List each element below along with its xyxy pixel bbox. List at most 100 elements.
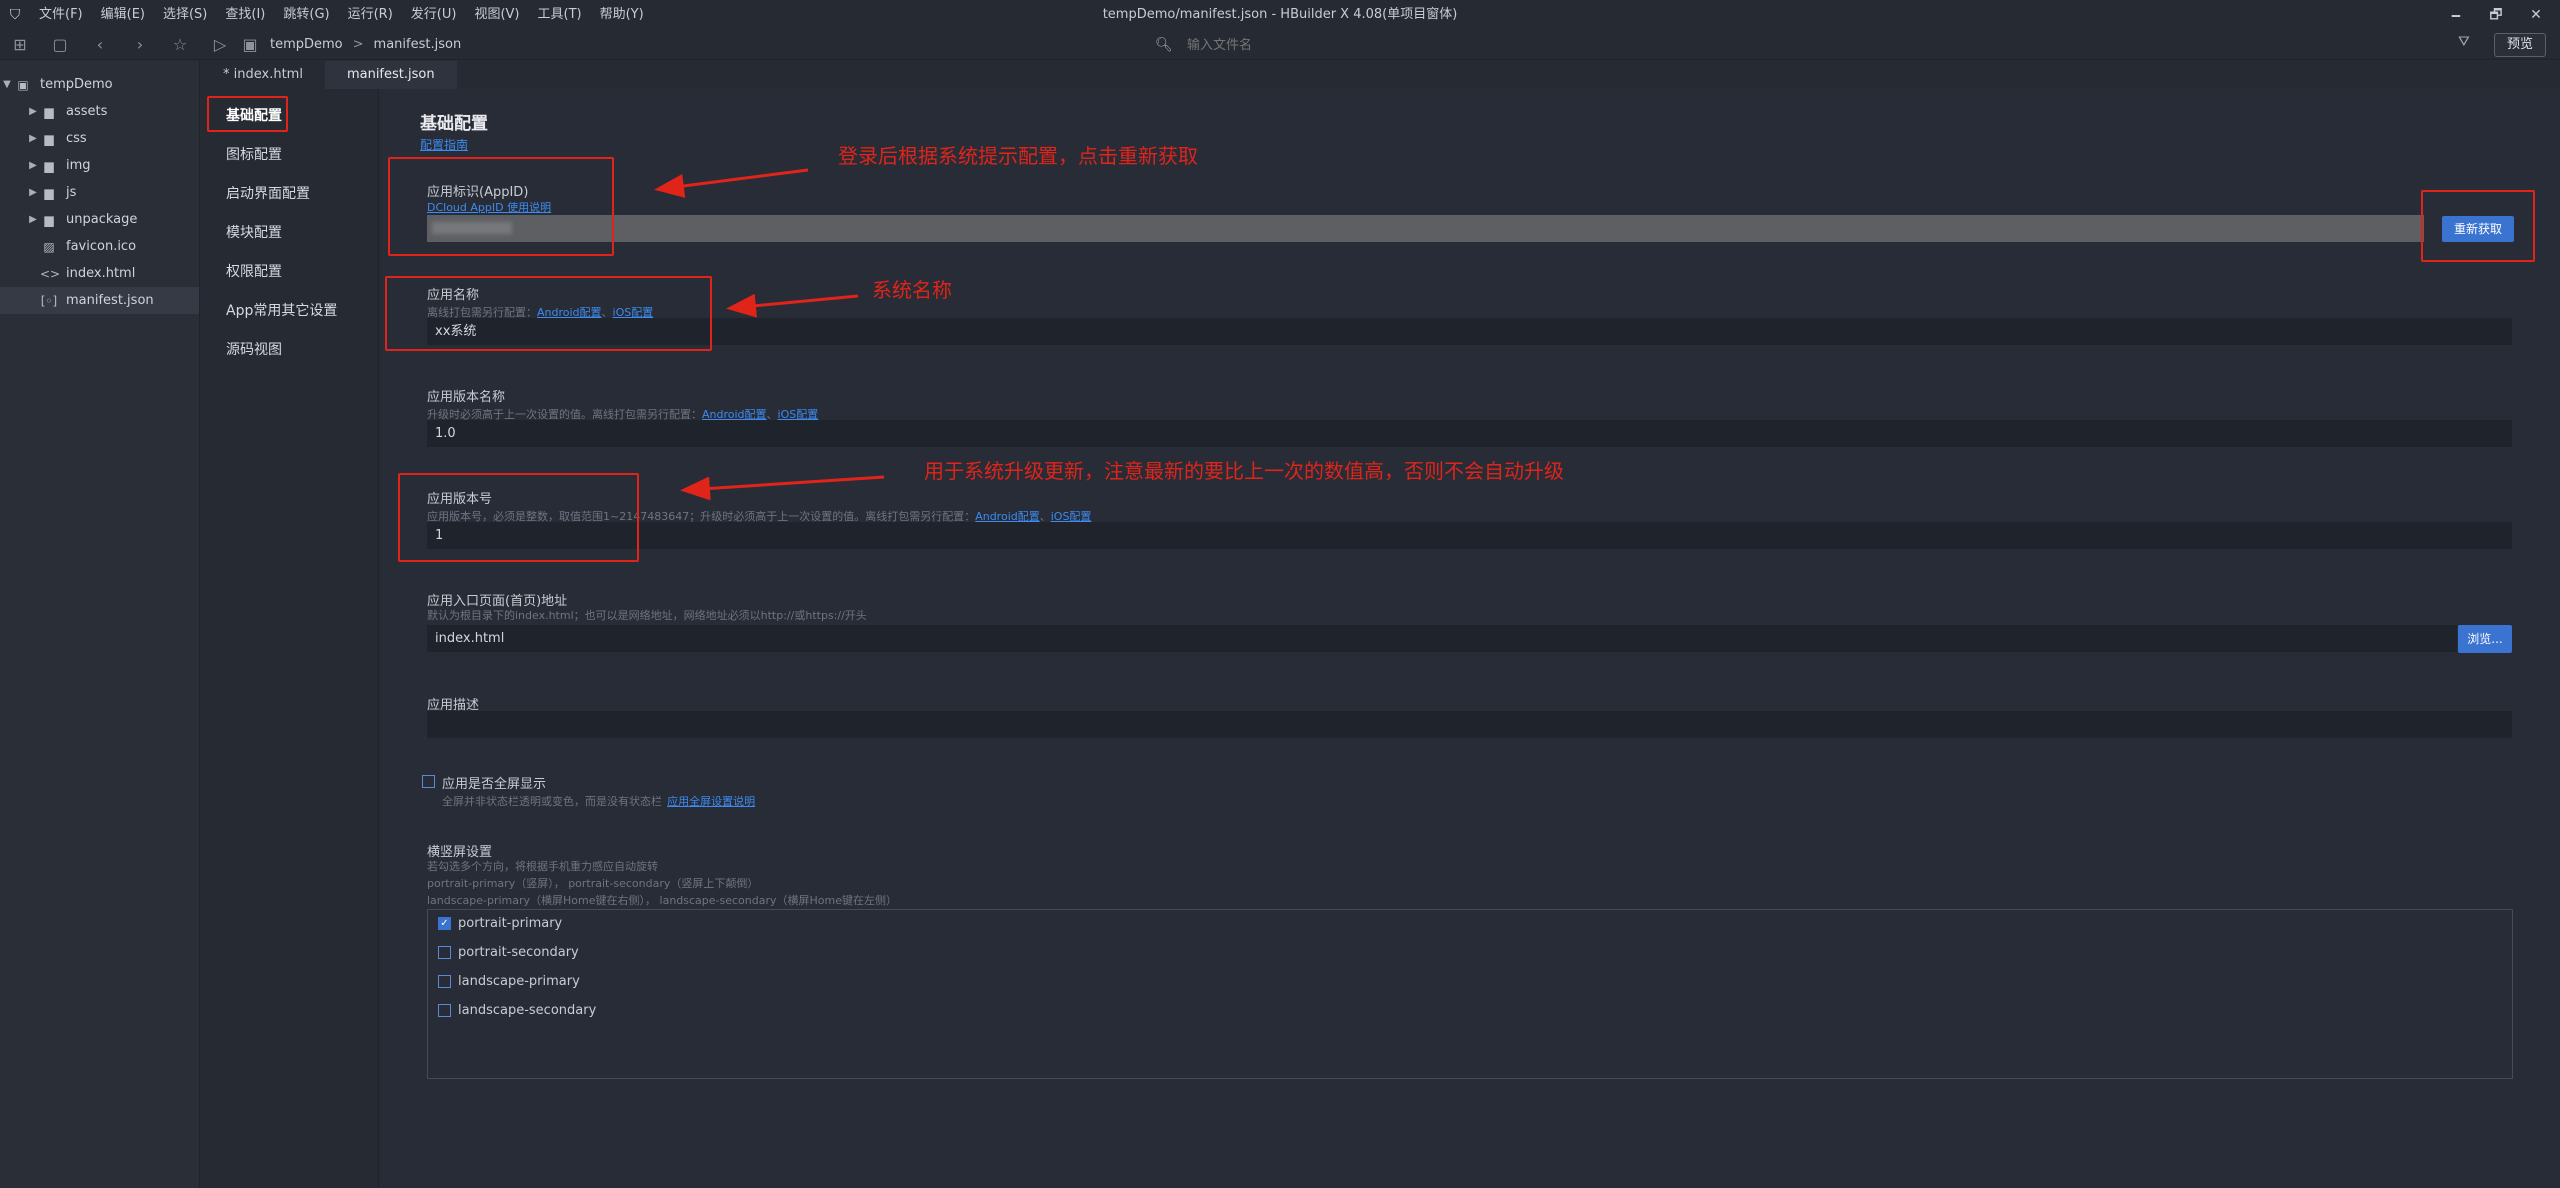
tree-item-label: img <box>66 158 91 173</box>
chevron-right-icon[interactable]: ▶ <box>26 187 40 198</box>
orientation-hint: portrait-primary（竖屏）， portrait-secondary… <box>427 877 759 890</box>
title-bar: ⛉ 文件(F) 编辑(E) 选择(S) 查找(I) 跳转(G) 运行(R) 发行… <box>0 0 2560 30</box>
fullscreen-hint-text: 全屏并非状态栏透明或变色，而是没有状态栏 <box>442 795 662 808</box>
config-guide-link[interactable]: 配置指南 <box>420 136 468 153</box>
menu-help[interactable]: 帮助(Y) <box>591 0 653 30</box>
code-file-icon: <> <box>40 266 61 281</box>
annotation-name-note: 系统名称 <box>872 278 952 302</box>
orientation-option-label: landscape-secondary <box>458 1003 597 1018</box>
annotation-version-note: 用于系统升级更新，注意最新的要比上一次的数值高，否则不会自动升级 <box>924 459 1564 483</box>
annotation-box-appid <box>388 157 614 256</box>
new-file-icon[interactable]: ⊞ <box>0 30 40 60</box>
manifest-settings-nav: 基础配置 图标配置 启动界面配置 模块配置 权限配置 App常用其它设置 源码视… <box>201 89 379 1188</box>
tab-index-html[interactable]: * index.html <box>201 61 325 89</box>
fullscreen-help-link[interactable]: 应用全屏设置说明 <box>667 795 755 808</box>
menu-publish[interactable]: 发行(U) <box>402 0 466 30</box>
forward-icon[interactable]: › <box>120 30 160 60</box>
menu-select[interactable]: 选择(S) <box>154 0 216 30</box>
nav-splash-config[interactable]: 启动界面配置 <box>201 175 378 214</box>
editor-tabs: * index.html manifest.json <box>201 61 2560 89</box>
orientation-checkbox-landscape-secondary[interactable] <box>438 1004 451 1017</box>
description-input[interactable] <box>427 711 2512 738</box>
orientation-checkbox-portrait-secondary[interactable] <box>438 946 451 959</box>
orientation-checkbox-landscape-primary[interactable] <box>438 975 451 988</box>
file-search-input[interactable] <box>1187 37 1587 53</box>
orientation-hint: landscape-primary（横屏Home键在右侧）， landscape… <box>427 894 897 907</box>
preview-button[interactable]: 预览 <box>2494 33 2546 57</box>
filter-icon[interactable]: ⛛ <box>2458 34 2470 50</box>
menu-edit[interactable]: 编辑(E) <box>92 0 154 30</box>
orientation-option-label: portrait-secondary <box>458 945 579 960</box>
chevron-down-icon[interactable]: ▼ <box>0 79 14 90</box>
version-name-input[interactable]: 1.0 <box>427 420 2512 447</box>
folder-icon: ▆ <box>44 212 54 227</box>
orientation-option-label: portrait-primary <box>458 916 563 931</box>
version-code-input[interactable]: 1 <box>427 522 2512 549</box>
tree-item-label: favicon.ico <box>66 239 137 254</box>
app-name-input[interactable]: xx系统 <box>427 318 2512 345</box>
tree-item-index-html[interactable]: <> index.html <box>0 260 199 287</box>
orientation-option-label: landscape-primary <box>458 974 580 989</box>
project-icon: ▣ <box>242 35 258 54</box>
tree-item-img[interactable]: ▶ ▆ img <box>0 152 199 179</box>
annotation-box-refetch <box>2421 190 2535 262</box>
close-icon[interactable]: ✕ <box>2516 0 2556 30</box>
run-icon[interactable]: ▷ <box>200 30 240 60</box>
breadcrumb-file[interactable]: manifest.json <box>374 37 462 52</box>
image-file-icon: ▨ <box>43 239 55 254</box>
entry-page-hint: 默认为根目录下的index.html；也可以是网络地址，网络地址必须以http:… <box>427 609 867 622</box>
chevron-right-icon[interactable]: ▶ <box>26 214 40 225</box>
nav-source-view[interactable]: 源码视图 <box>201 331 378 370</box>
nav-icon-config[interactable]: 图标配置 <box>201 136 378 175</box>
menu-view[interactable]: 视图(V) <box>465 0 528 30</box>
folder-icon: ▆ <box>44 104 54 119</box>
tree-item-label: manifest.json <box>66 293 154 308</box>
hbuilder-logo-icon: ⛉ <box>9 7 21 23</box>
tree-item-favicon[interactable]: ▨ favicon.ico <box>0 233 199 260</box>
file-search-icon: 🔍︎ <box>1155 37 1173 53</box>
back-icon[interactable]: ‹ <box>80 30 120 60</box>
save-icon[interactable]: ▢ <box>40 30 80 60</box>
nav-permission-config[interactable]: 权限配置 <box>201 253 378 292</box>
tab-manifest-json[interactable]: manifest.json <box>324 61 457 89</box>
folder-icon: ▆ <box>44 131 54 146</box>
menu-find[interactable]: 查找(I) <box>216 0 274 30</box>
entry-page-input[interactable]: index.html <box>427 625 2457 652</box>
project-icon: ▣ <box>17 77 29 92</box>
fullscreen-hint: 全屏并非状态栏透明或变色，而是没有状态栏 应用全屏设置说明 <box>442 790 755 809</box>
tree-item-assets[interactable]: ▶ ▆ assets <box>0 98 199 125</box>
tree-item-label: js <box>66 185 77 200</box>
menu-tools[interactable]: 工具(T) <box>529 0 591 30</box>
file-search[interactable]: 🔍︎ <box>1155 34 1755 56</box>
nav-app-other-settings[interactable]: App常用其它设置 <box>201 292 378 331</box>
tree-project-root[interactable]: ▼ ▣ tempDemo <box>0 71 199 98</box>
chevron-right-icon[interactable]: ▶ <box>26 160 40 171</box>
chevron-right-icon[interactable]: ▶ <box>26 133 40 144</box>
menu-run[interactable]: 运行(R) <box>339 0 402 30</box>
browse-button[interactable]: 浏览... <box>2458 625 2512 653</box>
orientation-options-box: ✓ portrait-primary portrait-secondary la… <box>427 909 2513 1079</box>
tree-item-css[interactable]: ▶ ▆ css <box>0 125 199 152</box>
breadcrumb-project[interactable]: tempDemo <box>270 37 343 52</box>
nav-module-config[interactable]: 模块配置 <box>201 214 378 253</box>
orientation-checkbox-portrait-primary[interactable]: ✓ <box>438 917 451 930</box>
basic-config-panel: 基础配置 配置指南 应用标识(AppID) DCloud AppID 使用说明 … <box>380 89 2560 1188</box>
orientation-hint: 若勾选多个方向，将根据手机重力感应自动旋转 <box>427 860 658 873</box>
menu-file[interactable]: 文件(F) <box>30 0 92 30</box>
appid-input[interactable] <box>427 215 2424 242</box>
folder-icon: ▆ <box>44 158 54 173</box>
folder-icon: ▆ <box>44 185 54 200</box>
chevron-right-icon[interactable]: ▶ <box>26 106 40 117</box>
breadcrumb-separator: > <box>352 37 364 52</box>
bookmark-star-icon[interactable]: ☆ <box>160 30 200 60</box>
menu-goto[interactable]: 跳转(G) <box>274 0 338 30</box>
tree-item-label: css <box>66 131 87 146</box>
fullscreen-checkbox[interactable] <box>422 775 435 788</box>
minimize-icon[interactable]: 🗕 <box>2436 0 2476 30</box>
tree-item-manifest[interactable]: [◦] manifest.json <box>0 287 199 314</box>
restore-icon[interactable]: 🗗 <box>2476 0 2516 30</box>
page-title: 基础配置 <box>420 114 488 134</box>
tree-item-label: index.html <box>66 266 136 281</box>
tree-item-unpackage[interactable]: ▶ ▆ unpackage <box>0 206 199 233</box>
tree-item-js[interactable]: ▶ ▆ js <box>0 179 199 206</box>
